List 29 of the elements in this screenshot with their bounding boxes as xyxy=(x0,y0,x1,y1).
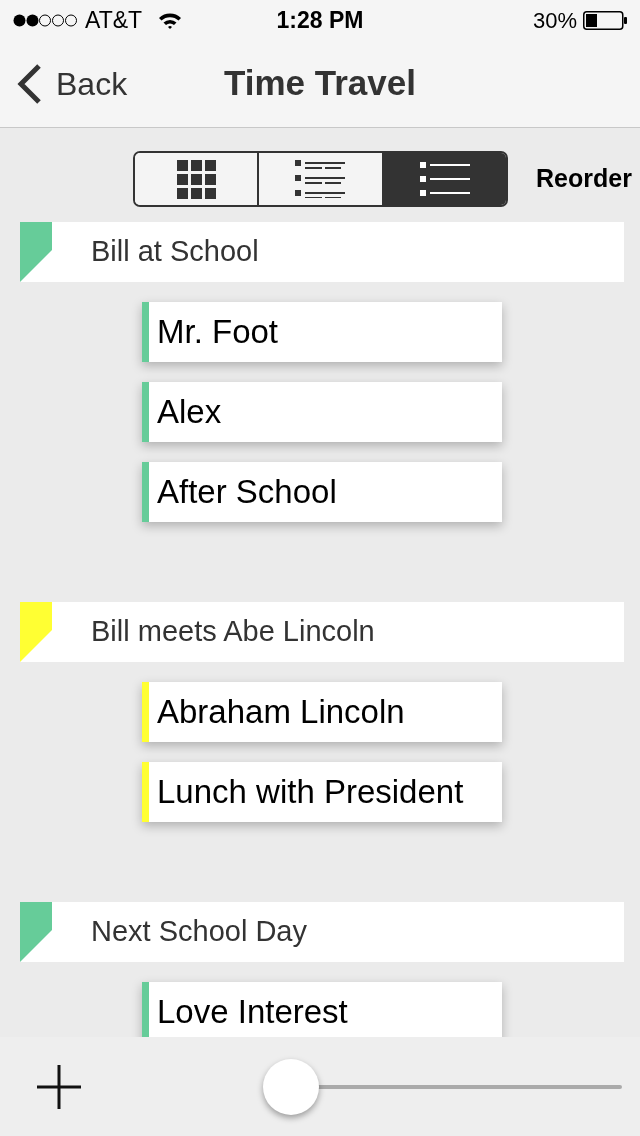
section-header[interactable]: Bill meets Abe Lincoln xyxy=(20,602,624,662)
plus-icon[interactable] xyxy=(37,1064,81,1109)
battery-percent: 30% xyxy=(532,6,577,35)
screen-title: Time Travel xyxy=(224,62,416,105)
status-time: 1:28 PM xyxy=(276,5,364,35)
scene-card[interactable]: Lunch with President xyxy=(142,762,502,822)
signal-dots-icon xyxy=(13,13,77,27)
chevron-left-icon xyxy=(17,63,42,104)
detailed-list-icon xyxy=(295,160,346,198)
grid-icon xyxy=(176,159,216,199)
section-header[interactable]: Next School Day xyxy=(20,902,624,962)
battery-icon xyxy=(583,10,627,30)
zoom-slider[interactable] xyxy=(263,1058,624,1115)
scene-card[interactable]: Love Interest xyxy=(142,982,502,1037)
section-title: Bill at School xyxy=(91,234,259,270)
back-button[interactable]: Back xyxy=(17,59,128,108)
reorder-button[interactable]: Reorder xyxy=(536,160,632,198)
scene-card[interactable]: Alex xyxy=(142,382,502,442)
section-header[interactable]: Bill at School xyxy=(20,222,624,282)
section-title: Bill meets Abe Lincoln xyxy=(91,614,375,650)
wifi-icon xyxy=(158,11,183,29)
scene-card[interactable]: Abraham Lincoln xyxy=(142,682,502,742)
scene-card[interactable]: After School xyxy=(142,462,502,522)
carrier-name: AT&T xyxy=(85,5,143,35)
section-title: Next School Day xyxy=(91,914,307,950)
list-view-tab[interactable] xyxy=(381,153,506,205)
scene-card[interactable]: Mr. Foot xyxy=(142,302,502,362)
slider-thumb[interactable] xyxy=(263,1058,319,1115)
list-icon xyxy=(419,162,470,196)
